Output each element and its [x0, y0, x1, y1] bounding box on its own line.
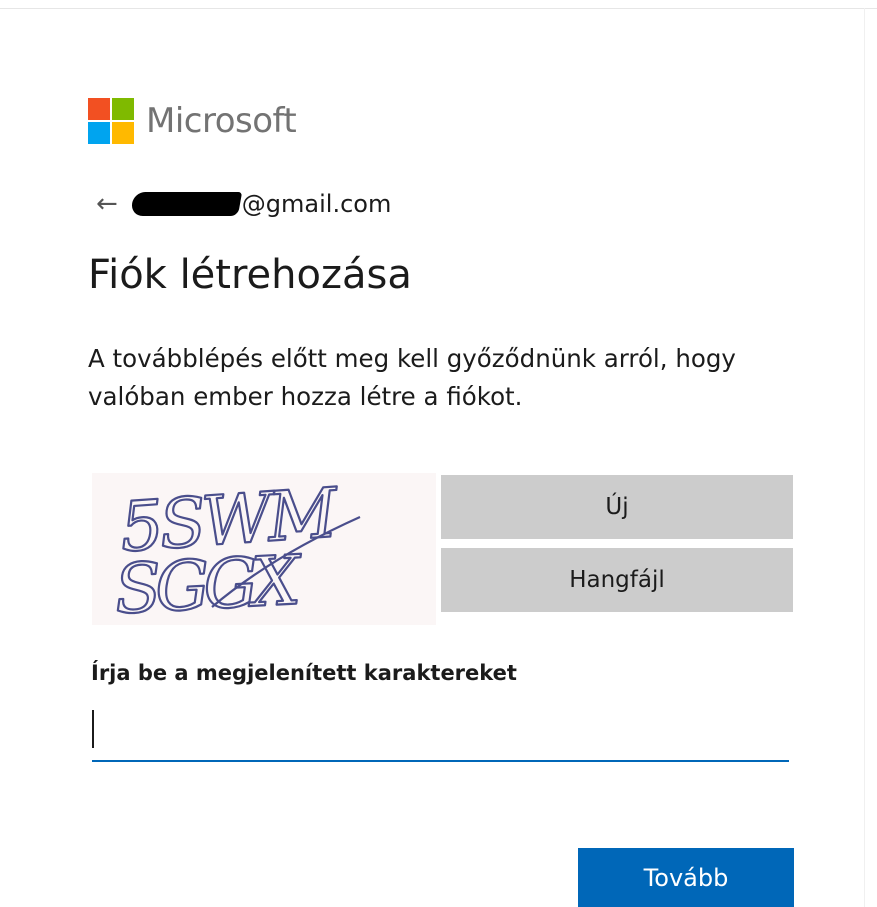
microsoft-logo-icon [88, 98, 134, 144]
next-button[interactable]: Tovább [578, 848, 794, 907]
email-address: @gmail.com [241, 190, 392, 218]
logo-square-blue [88, 122, 110, 144]
new-captcha-button[interactable]: Új [441, 475, 793, 539]
brand-name: Microsoft [146, 101, 297, 141]
captcha-input[interactable] [92, 700, 789, 762]
right-divider [864, 8, 865, 907]
audio-captcha-button[interactable]: Hangfájl [441, 548, 793, 612]
logo-square-green [112, 98, 134, 120]
captcha-line-2: SGGX [113, 541, 305, 625]
top-divider [0, 8, 877, 9]
identity-banner: ← @gmail.com [96, 184, 391, 224]
text-caret [92, 710, 94, 748]
page-title: Fiók létrehozása [88, 252, 412, 298]
captcha-image: 5SWM SGGX [92, 473, 436, 625]
redacted-username [129, 192, 242, 216]
captcha-input-wrapper [92, 700, 789, 764]
arrow-left-icon[interactable]: ← [96, 191, 118, 217]
captcha-input-label: Írja be a megjelenített karaktereket [91, 661, 517, 685]
microsoft-logo: Microsoft [88, 97, 297, 145]
captcha-image-graphic: 5SWM SGGX [112, 473, 361, 625]
logo-square-yellow [112, 122, 134, 144]
description-text: A továbblépés előtt meg kell győződnünk … [88, 344, 736, 411]
logo-square-red [88, 98, 110, 120]
signup-page: Microsoft ← @gmail.com Fiók létrehozása … [0, 0, 877, 907]
